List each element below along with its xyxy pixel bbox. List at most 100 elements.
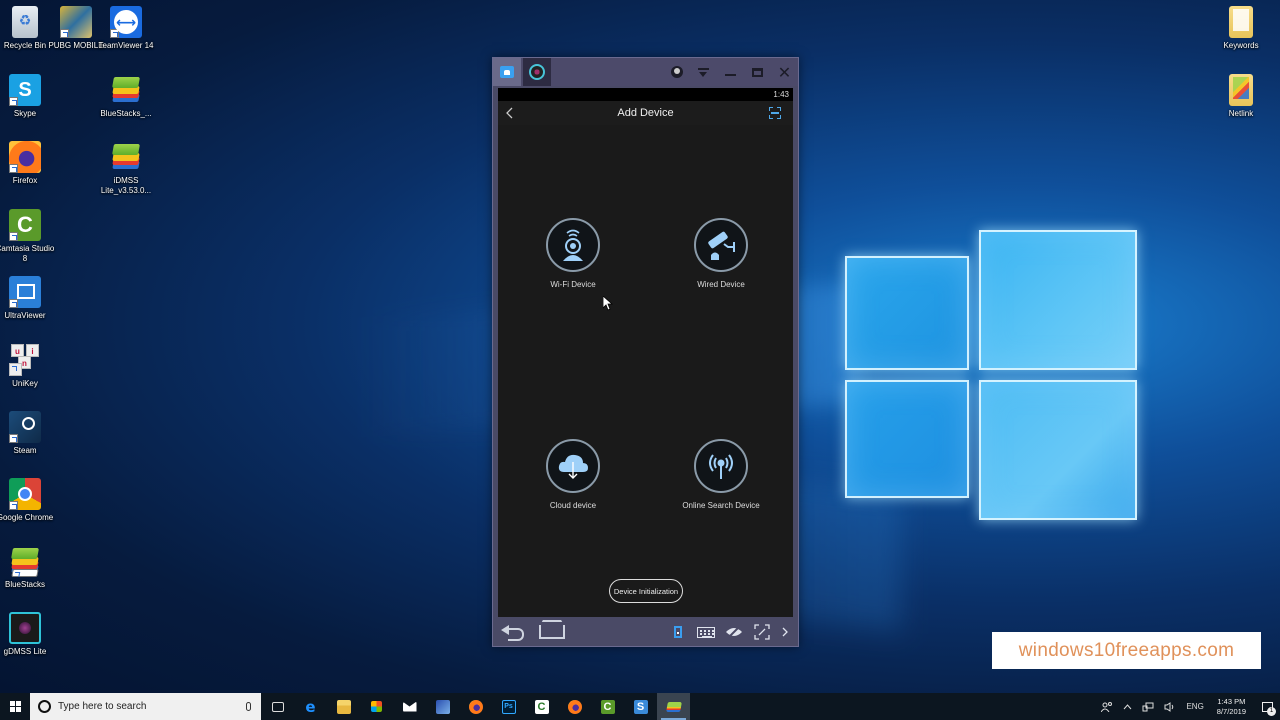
cloud-device-option[interactable]: Cloud device bbox=[513, 439, 633, 510]
tab-gdmss[interactable] bbox=[523, 58, 551, 86]
chrome-icon bbox=[9, 478, 41, 510]
taskbar-camtasia-studio[interactable]: C bbox=[591, 693, 624, 720]
emulator-titlebar[interactable]: ✕ bbox=[493, 58, 798, 86]
network-button[interactable] bbox=[1137, 693, 1159, 720]
microphone-icon[interactable] bbox=[246, 702, 251, 711]
taskbar-edge[interactable]: e bbox=[294, 693, 327, 720]
desktop-icon-bluestacks[interactable]: BlueStacks bbox=[0, 545, 55, 590]
desktop-icon-bluestacks-installer[interactable]: BlueStacks_... bbox=[96, 74, 156, 119]
close-button[interactable]: ✕ bbox=[771, 58, 798, 86]
steam-icon bbox=[9, 411, 41, 443]
cortana-icon bbox=[38, 700, 51, 713]
notification-badge: 1 bbox=[1267, 707, 1276, 716]
camtasia-icon bbox=[9, 209, 41, 241]
desktop-icon-firefox[interactable]: Firefox bbox=[0, 141, 55, 186]
bluestacks-icon bbox=[9, 545, 41, 577]
device-initialization-button[interactable]: Device Initialization bbox=[609, 579, 683, 603]
android-back-button[interactable] bbox=[501, 625, 527, 641]
chevron-up-icon bbox=[1124, 703, 1132, 709]
emulator-navbar bbox=[493, 618, 798, 646]
chevron-left-icon bbox=[506, 107, 513, 119]
taskbar-bluestacks[interactable] bbox=[657, 693, 690, 720]
taskbar-file-explorer[interactable] bbox=[327, 693, 360, 720]
volume-button[interactable] bbox=[1159, 693, 1181, 720]
taskbar-firefox-2[interactable] bbox=[558, 693, 591, 720]
action-center-button[interactable]: 1 bbox=[1254, 693, 1280, 720]
desktop-icon-camtasia[interactable]: Camtasia Studio 8 bbox=[0, 209, 55, 264]
mail-icon bbox=[402, 701, 417, 712]
option-label: Online Search Device bbox=[682, 501, 760, 510]
store-icon bbox=[371, 701, 382, 712]
snagit-icon: S bbox=[633, 699, 648, 714]
taskbar-network-app[interactable] bbox=[426, 693, 459, 720]
clock[interactable]: 1:43 PM 8/7/2019 bbox=[1209, 697, 1254, 717]
account-button[interactable] bbox=[663, 58, 690, 86]
keyboard-button[interactable] bbox=[696, 624, 716, 640]
scan-qr-button[interactable] bbox=[769, 107, 781, 119]
desktop-icon-gdmss[interactable]: gDMSS Lite bbox=[0, 612, 55, 657]
desktop-icon-keywords[interactable]: Keywords bbox=[1211, 6, 1271, 51]
show-hidden-icons-button[interactable] bbox=[1118, 693, 1137, 720]
status-time: 1:43 bbox=[773, 90, 789, 99]
recycle-bin-icon bbox=[12, 6, 38, 38]
visibility-button[interactable] bbox=[724, 624, 744, 640]
file-explorer-icon bbox=[336, 699, 351, 714]
maximize-icon bbox=[752, 67, 763, 77]
fullscreen-icon bbox=[754, 624, 770, 640]
taskbar-photoshop[interactable]: Ps bbox=[492, 693, 525, 720]
desktop-icon-idmss[interactable]: iDMSS Lite_v3.53.0... bbox=[96, 141, 156, 196]
rotate-button[interactable] bbox=[668, 624, 688, 640]
option-label: Wired Device bbox=[697, 280, 745, 289]
desktop-icon-teamviewer[interactable]: TeamViewer 14 bbox=[96, 6, 156, 51]
firefox-icon bbox=[9, 141, 41, 173]
photoshop-icon: Ps bbox=[501, 699, 516, 714]
desktop-icon-steam[interactable]: Steam bbox=[0, 411, 55, 456]
option-label: Wi-Fi Device bbox=[550, 280, 596, 289]
people-icon bbox=[1101, 701, 1113, 712]
minimize-icon bbox=[725, 74, 736, 76]
account-icon bbox=[670, 66, 683, 78]
close-icon: ✕ bbox=[777, 62, 792, 82]
minimize-button[interactable] bbox=[717, 58, 744, 86]
bluestacks-icon bbox=[665, 701, 682, 712]
cloud-download-icon bbox=[558, 454, 588, 479]
start-button[interactable] bbox=[0, 693, 30, 720]
bluestacks-installer-icon bbox=[110, 74, 142, 106]
camtasia-recorder-icon: C bbox=[534, 699, 549, 714]
taskbar-camtasia-recorder[interactable]: C bbox=[525, 693, 558, 720]
camera-app-icon bbox=[529, 64, 545, 80]
back-button[interactable] bbox=[498, 101, 522, 125]
home-icon bbox=[500, 66, 514, 78]
wallpaper-windows-logo bbox=[843, 228, 1143, 528]
expand-sidebar-button[interactable] bbox=[780, 624, 790, 640]
desktop-icon-unikey[interactable]: uin UniKey bbox=[0, 344, 55, 389]
menu-button[interactable] bbox=[690, 58, 717, 86]
taskbar-mail[interactable] bbox=[393, 693, 426, 720]
taskbar-store[interactable] bbox=[360, 693, 393, 720]
desktop-icon-skype[interactable]: Skype bbox=[0, 74, 55, 119]
folder-icon bbox=[1229, 6, 1253, 38]
clock-date: 8/7/2019 bbox=[1216, 706, 1246, 716]
tab-home[interactable] bbox=[493, 58, 521, 86]
online-search-device-option[interactable]: Online Search Device bbox=[661, 439, 781, 510]
taskbar-firefox[interactable] bbox=[459, 693, 492, 720]
teamviewer-icon bbox=[110, 6, 142, 38]
fullscreen-button[interactable] bbox=[752, 624, 772, 640]
edge-icon: e bbox=[305, 697, 316, 716]
wifi-device-option[interactable]: Wi-Fi Device bbox=[513, 218, 633, 289]
desktop-icon-chrome[interactable]: Google Chrome bbox=[0, 478, 55, 523]
taskbar-search-box[interactable]: Type here to search bbox=[30, 693, 261, 720]
emulator-window: ✕ 1:43 Add Device Wi-Fi Device Wired Dev… bbox=[492, 57, 799, 647]
windows-start-icon bbox=[9, 701, 21, 712]
wired-camera-icon bbox=[708, 231, 735, 260]
desktop-icon-netlink[interactable]: Netlink bbox=[1211, 74, 1271, 119]
desktop-icon-ultraviewer[interactable]: UltraViewer bbox=[0, 276, 55, 321]
maximize-button[interactable] bbox=[744, 58, 771, 86]
taskbar-snagit[interactable]: S bbox=[624, 693, 657, 720]
wired-device-option[interactable]: Wired Device bbox=[661, 218, 781, 289]
taskbar-task-view[interactable] bbox=[261, 693, 294, 720]
search-placeholder: Type here to search bbox=[58, 701, 147, 712]
language-indicator[interactable]: ENG bbox=[1181, 693, 1208, 720]
people-button[interactable] bbox=[1096, 693, 1118, 720]
android-home-button[interactable] bbox=[539, 625, 565, 639]
